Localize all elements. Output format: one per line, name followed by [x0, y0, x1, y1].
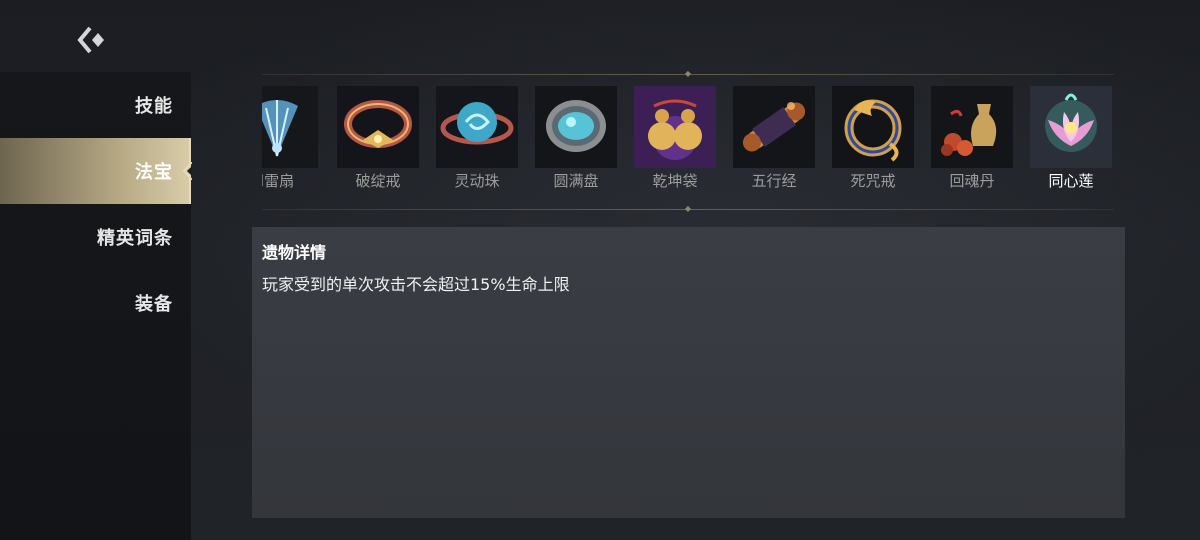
relic-name: 灵动珠 — [454, 172, 500, 190]
sidebar-item-label: 法宝 — [135, 162, 173, 183]
relic-item[interactable]: 回魂丹 — [931, 86, 1013, 198]
relic-thumbnail — [733, 86, 815, 168]
elixir-jar-icon — [931, 86, 1013, 168]
jade-disc-icon — [535, 86, 617, 168]
golden-ring-icon — [337, 86, 419, 168]
divider-ornament-icon: ◆ — [684, 69, 692, 78]
details-title: 遗物详情 — [262, 243, 327, 262]
relic-carousel[interactable]: l雷扇 破绽戒 灵动珠 圆满盘 乾坤袋 五行经 死咒戒 回魂丹 同心莲 — [262, 86, 1114, 198]
sidebar-item-label: 技能 — [135, 96, 173, 117]
strip-top-divider: ◆ — [262, 69, 1114, 78]
relic-name: 乾坤袋 — [652, 172, 698, 190]
relic-name: 死咒戒 — [850, 172, 896, 190]
relic-name: l雷扇 — [262, 172, 295, 190]
relic-thumbnail — [337, 86, 419, 168]
sidebar-item-elite-affixes[interactable]: 精英词条 — [0, 204, 191, 270]
back-button[interactable] — [74, 24, 110, 56]
relic-thumbnail — [436, 86, 518, 168]
sidebar-item-label: 精英词条 — [97, 228, 173, 249]
sidebar-item-equipment[interactable]: 装备 — [0, 270, 191, 336]
sidebar-item-skills[interactable]: 技能 — [0, 72, 191, 138]
relic-item[interactable]: 死咒戒 — [832, 86, 914, 198]
relic-item[interactable]: 圆满盘 — [535, 86, 617, 198]
sidebar-item-relics[interactable]: 法宝 — [0, 138, 192, 204]
relic-name: 五行经 — [751, 172, 797, 190]
relic-thumbnail — [832, 86, 914, 168]
relic-name: 破绽戒 — [355, 172, 401, 190]
relic-thumbnail — [1030, 86, 1112, 168]
relic-name: 回魂丹 — [949, 172, 995, 190]
divider-ornament-icon: ◆ — [684, 204, 692, 213]
active-notch-icon — [182, 162, 192, 180]
relic-details-panel: 遗物详情 玩家受到的单次攻击不会超过15%生命上限 — [252, 227, 1125, 518]
relics-screen: 技能 法宝 精英词条 装备 ◆ ◆ l雷扇 破绽戒 灵动珠 圆满盘 乾坤袋 五行… — [0, 0, 1200, 540]
relic-thumbnail — [262, 86, 318, 168]
sidebar-item-label: 装备 — [135, 294, 173, 315]
relic-item[interactable]: l雷扇 — [262, 86, 318, 198]
strip-bottom-divider: ◆ — [262, 204, 1114, 213]
relic-item-selected[interactable]: 同心莲 — [1030, 86, 1112, 198]
spirit-orb-icon — [436, 86, 518, 168]
relic-item[interactable]: 五行经 — [733, 86, 815, 198]
ice-fan-icon — [262, 86, 318, 168]
relic-item[interactable]: 灵动珠 — [436, 86, 518, 198]
relic-item[interactable]: 乾坤袋 — [634, 86, 716, 198]
details-description: 玩家受到的单次攻击不会超过15%生命上限 — [262, 275, 570, 294]
relic-thumbnail — [634, 86, 716, 168]
relic-name: 同心莲 — [1048, 172, 1094, 190]
relic-item[interactable]: 破绽戒 — [337, 86, 419, 198]
relic-thumbnail — [535, 86, 617, 168]
relic-thumbnail — [931, 86, 1013, 168]
scroll-icon — [733, 86, 815, 168]
lotus-icon — [1030, 86, 1112, 168]
cursed-ring-icon — [832, 86, 914, 168]
category-sidebar: 技能 法宝 精英词条 装备 — [0, 72, 192, 540]
relic-name: 圆满盘 — [553, 172, 599, 190]
gourd-pouch-icon — [634, 86, 716, 168]
back-chevron-icon — [77, 26, 104, 54]
